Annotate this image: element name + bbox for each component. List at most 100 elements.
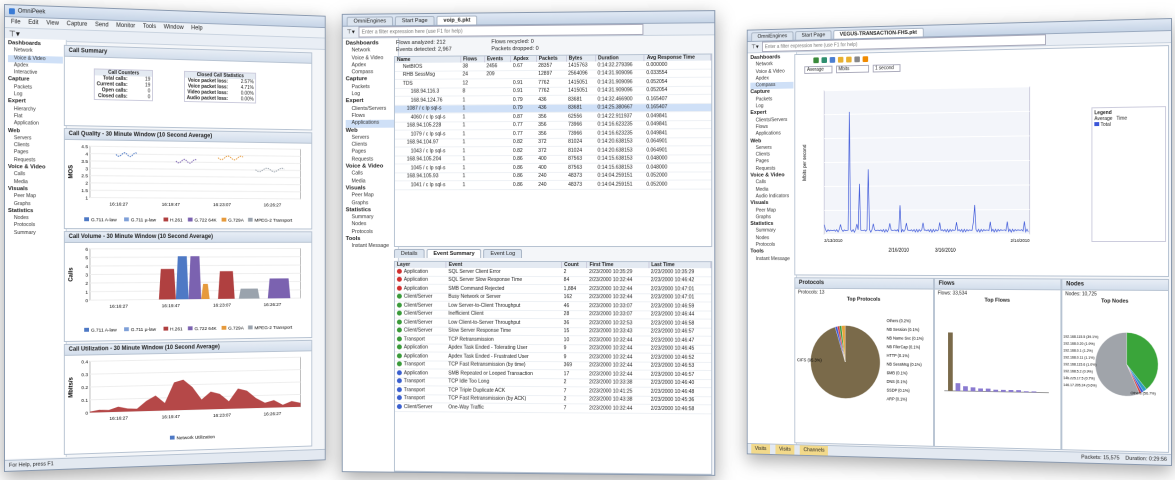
flow-cell: 0:14:31.909096 <box>596 78 645 87</box>
menu-item-capture[interactable]: Capture <box>67 21 88 28</box>
nav-section[interactable]: Visuals <box>346 185 395 192</box>
document-tab[interactable]: Start Page <box>795 30 831 40</box>
event-row[interactable]: Client/Server One-Way Traffic 7 2/23/2000 1… <box>395 403 711 414</box>
document-tab[interactable]: OmniEngines <box>751 31 793 41</box>
average-select[interactable]: Average <box>804 66 832 74</box>
bottom-tab[interactable]: Details <box>394 249 424 258</box>
nav-section[interactable]: Tools <box>346 236 395 243</box>
event-layer: Transport <box>404 336 425 342</box>
filter-icon[interactable]: ⊤▾ <box>751 44 758 51</box>
bottom-tab[interactable]: Event Summary <box>426 249 481 258</box>
graph-type-icon[interactable] <box>822 57 827 63</box>
flow-bar[interactable] <box>993 390 998 392</box>
nav-item[interactable]: Nodes <box>750 235 793 242</box>
event-cell: 2/23/2000 10:46:58 <box>649 319 711 328</box>
event-cell: 9 <box>562 353 587 362</box>
pie-label: 192.168.0.11 (1.1%) <box>1063 355 1094 360</box>
flow-summary: Flows analyzed: 212 Events detected: 2,9… <box>396 37 706 54</box>
call-volume-panel: Call Volume - 30 Minute Window (10 Secon… <box>64 231 312 342</box>
units-select[interactable]: Mbits <box>836 65 869 73</box>
nav-item[interactable]: Summary <box>346 214 395 221</box>
flow-bar[interactable] <box>971 387 976 391</box>
menu-item-monitor[interactable]: Monitor <box>116 23 135 30</box>
graph-type-icon[interactable] <box>838 57 843 63</box>
nav-section[interactable]: Statistics <box>346 207 395 214</box>
status-tab[interactable]: Visits <box>751 444 770 454</box>
graph-type-icon[interactable] <box>830 57 835 63</box>
filter-icon[interactable]: ⊤▾ <box>347 29 355 36</box>
nav-item[interactable]: Instant Message <box>750 256 793 263</box>
nav-item[interactable]: Media <box>346 178 395 185</box>
nav-item[interactable]: Nodes <box>346 222 395 229</box>
flow-bar[interactable] <box>986 389 991 392</box>
menu-item-edit[interactable]: Edit <box>28 20 38 26</box>
flow-bar[interactable] <box>963 386 968 391</box>
flow-cell: 2456 <box>484 62 511 70</box>
nav-item[interactable]: Instant Message <box>346 243 395 250</box>
menu-item-help[interactable]: Help <box>191 25 202 31</box>
document-tab[interactable]: OmniEngines <box>347 16 393 25</box>
event-cell: 2/23/2000 10:32:44 <box>587 353 649 362</box>
nav-item[interactable]: Clients/Servers <box>750 117 793 125</box>
y-tick-label: 0 <box>85 411 88 417</box>
nav-item[interactable]: Graphs <box>346 200 395 207</box>
nav-item[interactable]: Summary <box>750 228 793 235</box>
flow-bar[interactable] <box>1016 390 1021 392</box>
menu-item-view[interactable]: View <box>46 20 59 26</box>
event-cell: 15 <box>562 327 587 336</box>
nav-section[interactable]: Tools <box>750 249 793 256</box>
interval-select[interactable]: 1 second <box>872 64 900 72</box>
document-tab[interactable]: Start Page <box>395 16 435 25</box>
flow-bar[interactable] <box>978 388 983 391</box>
nav-item[interactable]: Peer Map <box>346 193 395 200</box>
nav-item[interactable]: Protocols <box>8 222 63 229</box>
nav-item[interactable]: Graphs <box>8 201 63 209</box>
flows-table-wrap: Name Flows Events Apdex Packets Bytes Duration… <box>394 53 712 247</box>
event-layer-cell: Client/Server <box>395 318 446 327</box>
nav-item[interactable]: Summary <box>8 230 63 237</box>
menu-item-tools[interactable]: Tools <box>143 24 156 30</box>
flow-row[interactable]: 1041 / c lp sql-s 1 0.86 240 48373 0:14:04.25… <box>395 180 711 189</box>
graph-type-icon[interactable] <box>813 57 818 63</box>
filter-bar: ⊤▾ <box>343 23 715 38</box>
flow-cell: 0:14:16.623235 <box>596 129 645 138</box>
flow-cell: 48373 <box>566 180 595 189</box>
nav-item[interactable]: Audio Indicators <box>750 193 793 200</box>
menu-item-send[interactable]: Send <box>95 22 108 28</box>
date-to[interactable]: 3/16/2010 <box>935 248 956 254</box>
flow-bar[interactable] <box>1024 391 1029 392</box>
warning-icon[interactable] <box>863 56 869 62</box>
flow-bar[interactable] <box>1009 390 1014 392</box>
flow-cell: 0.049841 <box>644 111 710 120</box>
nav-item[interactable]: Peer Map <box>8 193 63 201</box>
legend-item-total[interactable]: Total <box>1100 122 1110 128</box>
nav-item[interactable]: Protocols <box>750 242 793 249</box>
date-from[interactable]: 2/16/2010 <box>888 248 909 254</box>
flow-cell: 0.91 <box>511 78 536 87</box>
menu-item-window[interactable]: Window <box>164 24 184 31</box>
pie-label: DNS (0.1%) <box>887 379 908 384</box>
pie-label: 192.168.115.5 (39.1%) <box>1063 335 1098 339</box>
menu-item-file[interactable]: File <box>11 19 21 25</box>
graph-type-icon[interactable] <box>854 56 860 62</box>
nav-item[interactable]: Nodes <box>8 215 63 222</box>
bottom-tab[interactable]: Event Log <box>484 249 523 258</box>
filter-input[interactable] <box>359 24 644 38</box>
graph-type-icon[interactable] <box>846 57 851 63</box>
event-cell: Low Server-to-Client Throughput <box>446 301 561 310</box>
pie-label: Others (56.7%) <box>1131 391 1156 396</box>
nav-item[interactable]: Protocols <box>346 229 395 236</box>
severity-icon <box>397 303 402 308</box>
flow-bar[interactable] <box>956 383 961 391</box>
document-tab[interactable]: voip_6.pkt <box>437 15 478 24</box>
flow-cell: 0.86 <box>511 180 536 189</box>
call-quality-panel: Call Quality - 30 Minute Window (10 Seco… <box>64 128 312 229</box>
legend-option-time[interactable]: Time <box>1116 116 1127 122</box>
flow-bar[interactable] <box>948 332 953 390</box>
filter-icon[interactable]: ⊤▾ <box>9 29 20 38</box>
flow-bar[interactable] <box>1001 390 1006 392</box>
status-tab[interactable]: Visits <box>775 445 794 455</box>
flow-bar[interactable] <box>1032 391 1037 392</box>
status-tab[interactable]: Channels <box>800 445 828 455</box>
event-layer-cell: Client/Server <box>395 301 446 310</box>
